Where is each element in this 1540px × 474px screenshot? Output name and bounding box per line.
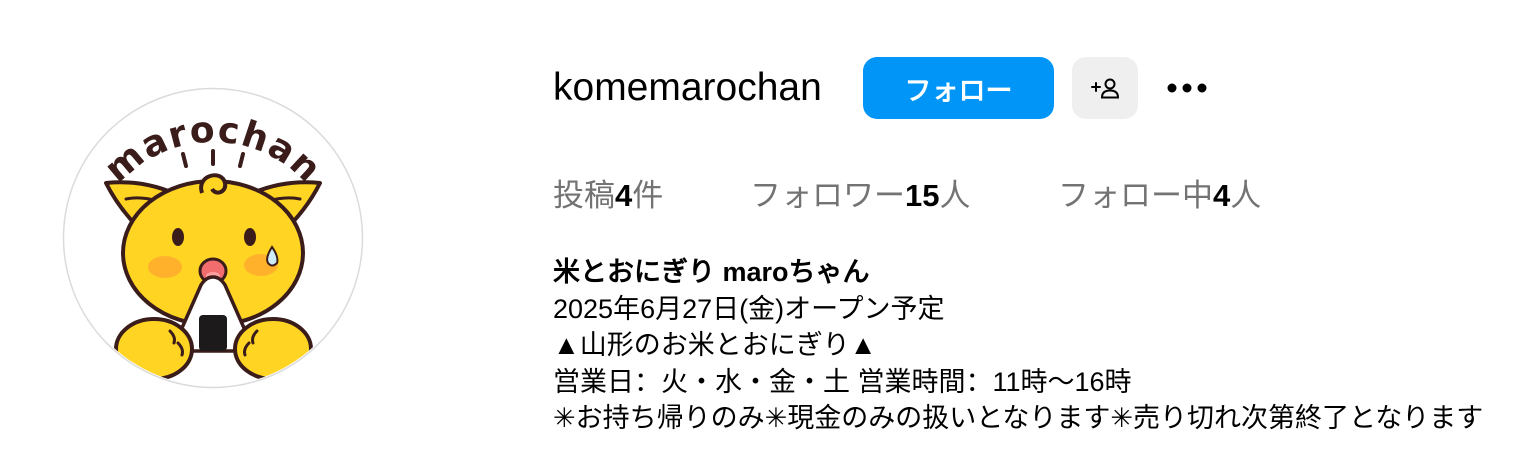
avatar-illustration: marochan — [62, 87, 364, 389]
bio-line-hours: 営業日：火・水・金・土 営業時間：11時〜16時 — [553, 366, 1132, 397]
bio-line-opening-date: 2025年6月27日(金)オープン予定 — [553, 293, 945, 324]
person-add-icon — [1091, 78, 1120, 99]
profile-bio: 米とおにぎり maroちゃん 2025年6月27日(金)オープン予定 ▲山形のお… — [553, 254, 1483, 437]
stat-following-unit: 人 — [1230, 178, 1262, 213]
stat-followers-label: フォロワー — [750, 178, 905, 213]
more-horizontal-icon — [1167, 83, 1207, 93]
bio-line-notes: ✳お持ち帰りのみ✳現金のみの扱いとなります✳売り切れ次第終了となります — [553, 403, 1484, 434]
mascot-cheek-left — [148, 256, 182, 278]
mascot-eye-left — [172, 228, 184, 246]
mascot-eye-right — [244, 228, 256, 246]
stat-posts: 投稿4件 — [553, 176, 663, 216]
stat-following-label: フォロー中 — [1058, 178, 1213, 213]
onigiri-nori — [199, 315, 227, 351]
profile-avatar[interactable]: marochan — [62, 87, 364, 389]
stat-posts-unit: 件 — [632, 178, 664, 213]
mascot: marochan — [97, 109, 328, 381]
follow-button[interactable]: フォロー — [863, 57, 1054, 119]
stat-followers-count: 15 — [905, 178, 940, 213]
stat-followers-unit: 人 — [939, 178, 971, 213]
stat-following-count: 4 — [1213, 178, 1231, 213]
bio-line-tagline: ▲山形のお米とおにぎり▲ — [553, 330, 877, 361]
stat-posts-label: 投稿 — [553, 178, 615, 213]
stat-followers[interactable]: フォロワー15人 — [750, 176, 970, 216]
bio-display-name: 米とおにぎり maroちゃん — [553, 257, 870, 287]
profile-username: komemarochan — [553, 66, 822, 109]
stat-following[interactable]: フォロー中4人 — [1058, 176, 1261, 216]
similar-accounts-button[interactable] — [1072, 57, 1138, 119]
mascot-tuft — [199, 173, 228, 195]
stat-posts-count: 4 — [615, 178, 633, 213]
more-options-button[interactable] — [1158, 66, 1218, 110]
